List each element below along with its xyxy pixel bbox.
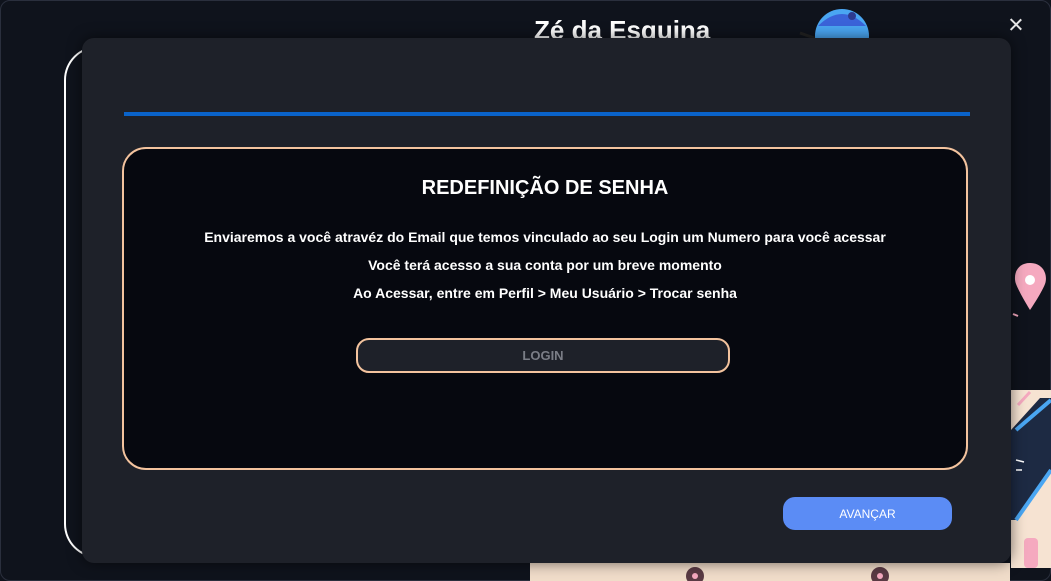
step-progress-bar: [124, 112, 970, 116]
modal-title: REDEFINIÇÃO DE SENHA: [421, 177, 669, 199]
login-input[interactable]: [356, 338, 730, 373]
reset-card: REDEFINIÇÃO DE SENHA Enviaremos a você a…: [122, 147, 968, 470]
close-icon[interactable]: [1005, 14, 1027, 36]
instruction-line-3: Ao Acessar, entre em Perfil > Meu Usuári…: [353, 285, 737, 301]
instruction-line-2: Você terá acesso a sua conta por um brev…: [368, 257, 722, 273]
next-button[interactable]: AVANÇAR: [783, 497, 952, 530]
instruction-line-1: Enviaremos a você atravéz do Email que t…: [204, 229, 886, 245]
password-reset-modal: REDEFINIÇÃO DE SENHA Enviaremos a você a…: [82, 38, 1011, 563]
step-progress-fill: [124, 112, 970, 116]
app-window: Zé da Esquina REDEFINIÇÃO DE SENHA Envia…: [0, 0, 1051, 581]
